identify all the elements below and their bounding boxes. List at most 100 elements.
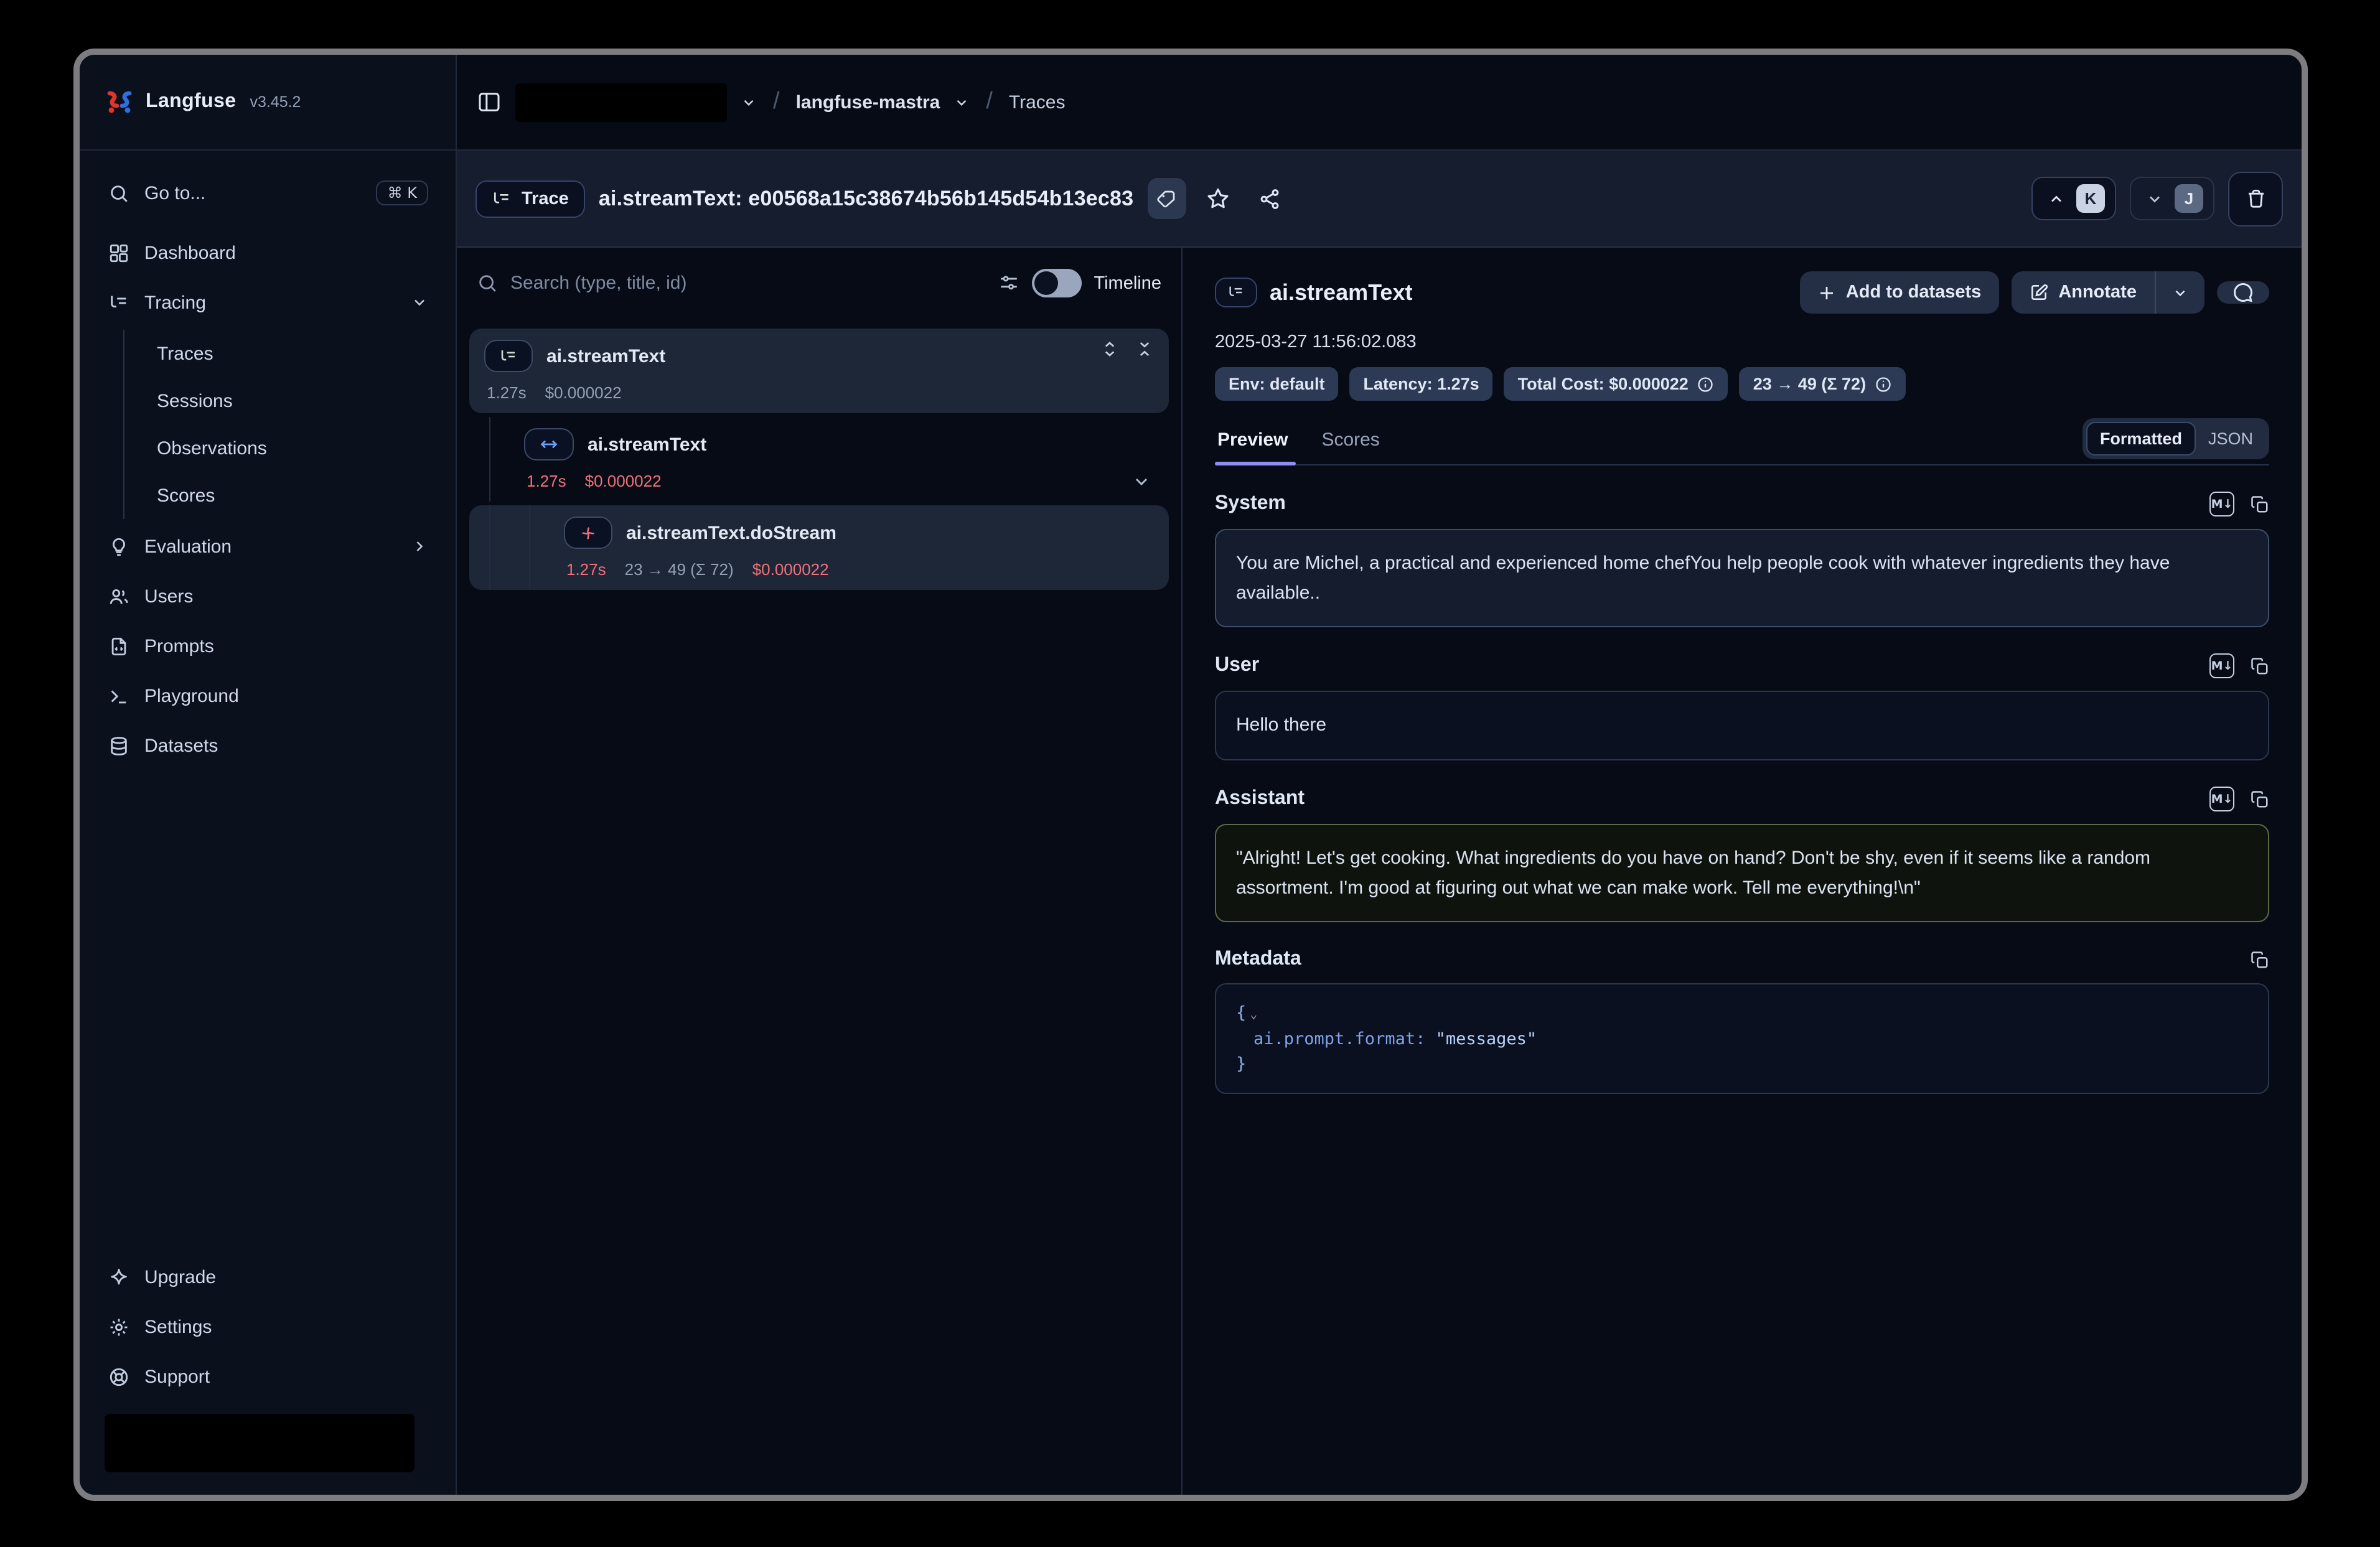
sidebar-item-dashboard[interactable]: Dashboard [97, 228, 438, 278]
tree-row-generation[interactable]: ai.streamText.doStream 1.27s 23 → 49 (Σ … [469, 505, 1169, 590]
breadcrumb: / langfuse-mastra / Traces [457, 55, 2302, 151]
copy-icon[interactable] [2251, 951, 2269, 970]
tree-search-row: Search (type, title, id) Timeline [457, 248, 1181, 319]
tree-row-cost: $0.000022 [545, 383, 622, 402]
annotate-button[interactable]: Annotate [2011, 271, 2154, 314]
tree-row-latency: 1.27s [527, 472, 566, 490]
collapse-row-chevron-icon[interactable] [1131, 472, 1151, 492]
observation-tree-panel: Search (type, title, id) Timeline [457, 248, 1183, 1495]
breadcrumb-separator: / [771, 88, 782, 116]
user-section: User M↓ Hello there [1215, 654, 2269, 760]
sidebar-item-traces[interactable]: Traces [129, 330, 438, 377]
next-trace-button[interactable]: J [2130, 177, 2214, 220]
unfold-all-icon[interactable] [1100, 340, 1119, 358]
tag-button[interactable] [1147, 178, 1186, 219]
format-json[interactable]: JSON [2196, 423, 2265, 454]
sparkle-icon [107, 1266, 129, 1288]
span-node-icon [524, 428, 574, 460]
system-section: System M↓ You are Michel, a practical an… [1215, 492, 2269, 628]
sidebar-item-datasets[interactable]: Datasets [97, 721, 438, 770]
tree-row-cost: $0.000022 [752, 560, 829, 579]
share-button[interactable] [1250, 178, 1288, 219]
comments-button[interactable] [2217, 281, 2269, 304]
copy-icon[interactable] [2251, 790, 2269, 808]
markdown-toggle-icon[interactable]: M↓ [2209, 654, 2234, 679]
annotate-split-button: Annotate [2011, 271, 2204, 314]
terminal-icon [107, 685, 129, 707]
tree-row-title: ai.streamText.doStream [626, 522, 836, 543]
panel-left-icon[interactable] [477, 90, 502, 115]
gear-icon [107, 1316, 129, 1338]
sidebar-item-tracing[interactable]: Tracing [97, 278, 438, 327]
goto-kbd-shortcut: ⌘ K [377, 180, 428, 205]
detail-badges: Env: default Latency: 1.27s Total Cost: … [1215, 367, 2269, 401]
token-usage-badge[interactable]: 23 → 49 (Σ 72) [1740, 367, 1906, 401]
user-message: Hello there [1215, 691, 2269, 760]
timeline-label: Timeline [1094, 273, 1161, 293]
chevron-down-icon[interactable] [741, 94, 757, 110]
breadcrumb-page[interactable]: Traces [1009, 91, 1066, 113]
tree-row-latency: 1.27s [487, 383, 527, 402]
dashboard-icon [107, 241, 129, 264]
fold-all-icon[interactable] [1135, 340, 1154, 358]
redacted-org-name[interactable] [515, 83, 727, 121]
add-to-datasets-button[interactable]: Add to datasets [1800, 271, 1999, 314]
sidebar-item-upgrade[interactable]: Upgrade [97, 1252, 438, 1302]
search-input[interactable]: Search (type, title, id) [510, 273, 985, 294]
info-icon [1875, 375, 1892, 393]
prev-trace-button[interactable]: K [2031, 177, 2116, 220]
trace-title: ai.streamText: e00568a15c38674b56b145d54… [599, 186, 1133, 211]
add-to-datasets-label: Add to datasets [1846, 283, 1982, 302]
life-buoy-icon [107, 1365, 129, 1388]
system-message: You are Michel, a practical and experien… [1215, 529, 2269, 628]
tab-preview[interactable]: Preview [1217, 429, 1288, 451]
markdown-toggle-icon[interactable]: M↓ [2209, 787, 2234, 811]
copy-icon[interactable] [2251, 495, 2269, 513]
file-code-icon [107, 635, 129, 657]
sidebar-item-support[interactable]: Support [97, 1352, 438, 1401]
sidebar-item-label: Settings [144, 1316, 212, 1337]
json-open-brace: { [1236, 1004, 1246, 1024]
timeline-toggle[interactable] [1031, 269, 1081, 297]
json-collapse-chevron-icon[interactable]: ⌄ [1250, 1009, 1257, 1022]
format-formatted[interactable]: Formatted [2086, 422, 2196, 456]
sidebar-item-scores[interactable]: Scores [129, 472, 438, 519]
search-icon [107, 182, 129, 204]
delete-trace-button[interactable] [2228, 171, 2283, 226]
sidebar-item-label: Tracing [144, 292, 206, 313]
breadcrumb-project[interactable]: langfuse-mastra [796, 91, 940, 113]
tab-scores[interactable]: Scores [1321, 429, 1379, 451]
sidebar-item-observations[interactable]: Observations [129, 424, 438, 472]
json-value: "messages" [1436, 1029, 1537, 1049]
sidebar-item-users[interactable]: Users [97, 571, 438, 621]
format-toggle: Formatted JSON [2082, 418, 2269, 459]
markdown-toggle-icon[interactable]: M↓ [2209, 492, 2234, 516]
sidebar-item-playground[interactable]: Playground [97, 671, 438, 721]
sidebar-item-sessions[interactable]: Sessions [129, 377, 438, 424]
total-cost-badge[interactable]: Total Cost: $0.000022 [1504, 367, 1728, 401]
sidebar-item-label: Traces [157, 343, 213, 364]
sidebar-item-goto[interactable]: Go to... ⌘ K [97, 168, 438, 218]
sidebar-item-settings[interactable]: Settings [97, 1302, 438, 1352]
breadcrumb-separator: / [983, 88, 995, 116]
kbd-j: J [2175, 184, 2203, 213]
trace-badge-label: Trace [522, 189, 569, 208]
sidebar-item-label: Upgrade [144, 1266, 216, 1288]
sidebar-item-label: Observations [157, 437, 267, 459]
tree-row-span[interactable]: ai.streamText 1.27s $0.000022 [469, 417, 1169, 502]
kbd-k: K [2076, 184, 2105, 213]
sidebar-item-evaluation[interactable]: Evaluation [97, 521, 438, 571]
sidebar-bottom-group: Upgrade Settings Support [97, 1252, 438, 1482]
latency-badge: Latency: 1.27s [1350, 367, 1493, 401]
json-close-brace: } [1236, 1054, 1246, 1074]
sidebar-item-prompts[interactable]: Prompts [97, 621, 438, 671]
chevron-right-icon [411, 538, 428, 555]
copy-icon[interactable] [2251, 657, 2269, 676]
star-button[interactable] [1199, 178, 1237, 219]
annotate-dropdown-button[interactable] [2156, 271, 2204, 314]
chevron-down-icon[interactable] [953, 94, 970, 110]
tree-row-root-trace[interactable]: ai.streamText [469, 329, 1169, 413]
metadata-label: Metadata [1215, 949, 1301, 971]
filter-sliders-icon[interactable] [998, 273, 1019, 294]
trace-node-icon [1215, 278, 1257, 307]
